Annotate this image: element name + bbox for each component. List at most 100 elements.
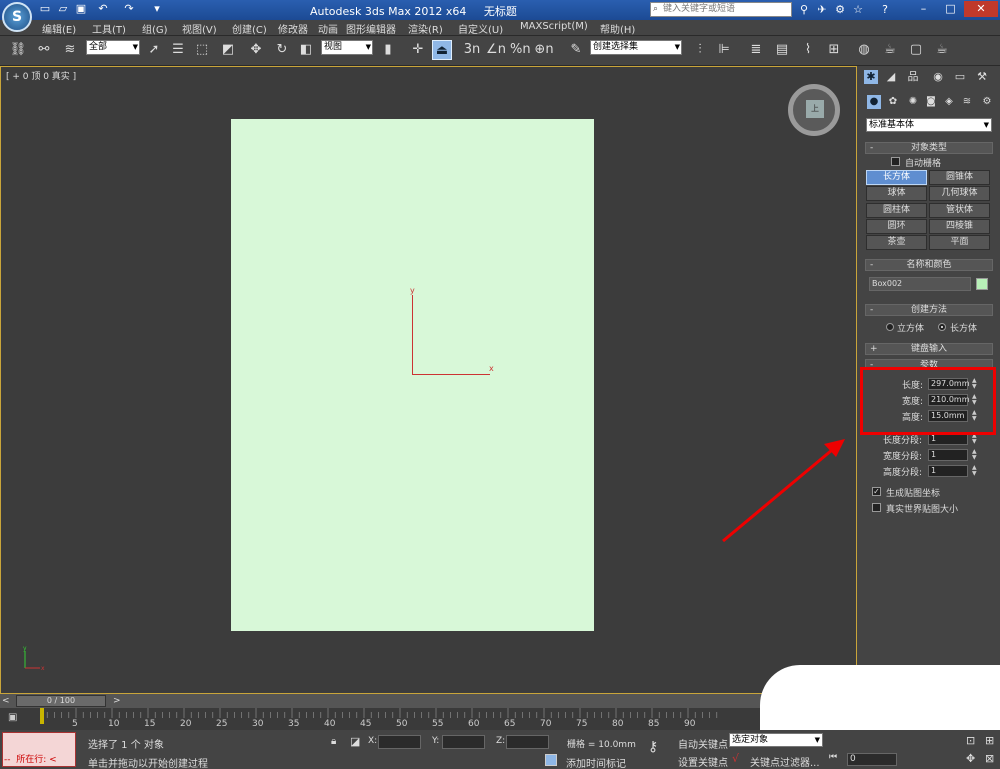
curve-editor-icon[interactable]: ⌇ bbox=[798, 40, 818, 60]
menu-group[interactable]: 组(G) bbox=[142, 21, 168, 36]
menu-animation[interactable]: 动画 bbox=[318, 21, 338, 36]
select-object-icon[interactable]: ➚ bbox=[144, 40, 164, 60]
menu-modifiers[interactable]: 修改器 bbox=[278, 21, 308, 36]
auto-key-button[interactable]: 自动关键点 bbox=[678, 736, 728, 751]
help-icon[interactable]: ? bbox=[878, 3, 892, 17]
menu-edit[interactable]: 编辑(E) bbox=[42, 21, 76, 36]
cylinder-button[interactable]: 圆柱体 bbox=[866, 203, 927, 218]
display-tab-icon[interactable]: ▭ bbox=[953, 70, 967, 84]
box-button[interactable]: 长方体 bbox=[866, 170, 927, 185]
binoculars-icon[interactable]: ⚲ bbox=[797, 3, 811, 17]
object-name-input[interactable]: Box002 bbox=[869, 277, 971, 291]
bind-spacewarp-icon[interactable]: ≋ bbox=[60, 40, 80, 60]
time-cursor[interactable] bbox=[40, 708, 44, 724]
snaps-toggle-icon[interactable]: 3n bbox=[462, 40, 482, 60]
geosphere-button[interactable]: 几何球体 bbox=[929, 186, 990, 201]
name-color-rollout-title[interactable]: - 名称和颜色 bbox=[865, 259, 993, 271]
gen-mapping-checkbox[interactable]: ✓ bbox=[872, 487, 881, 496]
new-file-icon[interactable]: ▭ bbox=[38, 2, 52, 16]
minimize-button[interactable]: – bbox=[910, 1, 937, 17]
object-color-swatch[interactable] bbox=[976, 278, 988, 290]
set-key-button[interactable]: 设置关键点 bbox=[678, 754, 728, 769]
real-world-checkbox[interactable] bbox=[872, 503, 881, 512]
window-crossing-icon[interactable]: ◩ bbox=[218, 40, 238, 60]
viewport-label[interactable]: [ + 0 顶 0 真实 ] bbox=[6, 69, 76, 82]
menu-customize[interactable]: 自定义(U) bbox=[458, 21, 503, 36]
key-selection-dropdown[interactable]: 选定对象 ▼ bbox=[729, 733, 823, 747]
prev-frame-button[interactable]: < bbox=[2, 696, 10, 706]
viewcube-face[interactable]: 上 bbox=[806, 100, 824, 118]
menu-rendering[interactable]: 渲染(R) bbox=[408, 21, 443, 36]
app-logo-button[interactable]: S bbox=[2, 2, 32, 32]
menu-maxscript[interactable]: MAXScript(M) bbox=[520, 21, 588, 32]
close-button[interactable]: ✕ bbox=[964, 1, 998, 17]
material-editor-icon[interactable]: ◍ bbox=[854, 40, 874, 60]
menu-graph-editors[interactable]: 图形编辑器 bbox=[346, 21, 396, 36]
edit-named-selection-icon[interactable]: ✎ bbox=[566, 40, 586, 60]
width-segs-input[interactable]: 1 bbox=[928, 449, 968, 461]
render-production-icon[interactable]: ☕ bbox=[932, 40, 952, 60]
schematic-view-icon[interactable]: ⊞ bbox=[824, 40, 844, 60]
lights-icon[interactable]: ✺ bbox=[906, 95, 920, 109]
key-filters-button[interactable]: 关键点过滤器... bbox=[750, 754, 820, 769]
search-input[interactable]: 键入关键字或短语 bbox=[650, 2, 792, 17]
save-file-icon[interactable]: ▣ bbox=[74, 2, 88, 16]
angle-snap-icon[interactable]: ∠n bbox=[486, 40, 506, 60]
tube-button[interactable]: 管状体 bbox=[929, 203, 990, 218]
keyboard-entry-rollout-title[interactable]: + 键盘输入 bbox=[865, 343, 993, 355]
undo-icon[interactable]: ↶ bbox=[96, 2, 110, 16]
sphere-button[interactable]: 球体 bbox=[866, 186, 927, 201]
next-frame-button[interactable]: > bbox=[113, 696, 121, 706]
favorites-icon[interactable]: ☆ bbox=[851, 3, 865, 17]
pivot-center-icon[interactable]: ▮ bbox=[378, 40, 398, 60]
maximize-viewport-icon[interactable]: ⊠ bbox=[985, 752, 994, 765]
render-setup-icon[interactable]: ☕ bbox=[880, 40, 900, 60]
current-frame-input[interactable]: 0 bbox=[847, 753, 897, 766]
menu-create[interactable]: 创建(C) bbox=[232, 21, 267, 36]
subscription-icon[interactable]: ✈ bbox=[815, 3, 829, 17]
reference-coord-dropdown[interactable]: 视图 ▼ bbox=[321, 40, 373, 55]
hierarchy-tab-icon[interactable]: 品 bbox=[906, 70, 920, 84]
scale-icon[interactable]: ◧ bbox=[296, 40, 316, 60]
utilities-tab-icon[interactable]: ⚒ bbox=[975, 70, 989, 84]
zoom-extents-icon[interactable]: ⊡ bbox=[966, 734, 975, 747]
cameras-icon[interactable]: ◙ bbox=[924, 95, 938, 109]
width-segs-spinner[interactable]: ▲ ▼ bbox=[972, 449, 978, 461]
mini-curve-editor-icon[interactable]: ▣ bbox=[8, 712, 24, 724]
go-to-start-icon[interactable]: ⏮ bbox=[829, 752, 837, 762]
systems-icon[interactable]: ⚙ bbox=[980, 95, 994, 109]
x-coordinate-input[interactable] bbox=[378, 735, 421, 749]
object-type-rollout-title[interactable]: - 对象类型 bbox=[865, 142, 993, 154]
pyramid-button[interactable]: 四棱锥 bbox=[929, 219, 990, 234]
category-dropdown[interactable]: 标准基本体 ▼ bbox=[866, 118, 992, 132]
modify-tab-icon[interactable]: ◢ bbox=[884, 70, 898, 84]
selection-filter-dropdown[interactable]: 全部 ▼ bbox=[86, 40, 140, 55]
select-manipulate-icon[interactable]: ✛ bbox=[408, 40, 428, 60]
shapes-icon[interactable]: ✿ bbox=[886, 95, 900, 109]
plane-button[interactable]: 平面 bbox=[929, 235, 990, 250]
named-selection-dropdown[interactable]: 创建选择集 ▼ bbox=[590, 40, 682, 55]
layer-manager-icon[interactable]: ≣ bbox=[746, 40, 766, 60]
maximize-button[interactable]: □ bbox=[937, 1, 964, 17]
spinner-snap-icon[interactable]: ⊕n bbox=[534, 40, 554, 60]
create-tab-icon[interactable]: ✱ bbox=[864, 70, 878, 84]
mirror-icon[interactable]: ⫶ bbox=[690, 40, 710, 60]
creation-method-rollout-title[interactable]: - 创建方法 bbox=[865, 304, 993, 316]
time-tag-icon[interactable] bbox=[545, 754, 557, 766]
rendered-frame-icon[interactable]: ▢ bbox=[906, 40, 926, 60]
key-icon[interactable]: ⚷ bbox=[648, 739, 658, 755]
height-segs-spinner[interactable]: ▲ ▼ bbox=[972, 465, 978, 477]
torus-button[interactable]: 圆环 bbox=[866, 219, 927, 234]
rotate-icon[interactable]: ↻ bbox=[272, 40, 292, 60]
redo-icon[interactable]: ↷ bbox=[122, 2, 136, 16]
align-icon[interactable]: ⊫ bbox=[714, 40, 734, 60]
box-object[interactable] bbox=[231, 119, 594, 631]
teapot-button[interactable]: 茶壶 bbox=[866, 235, 927, 250]
menu-views[interactable]: 视图(V) bbox=[182, 21, 217, 36]
add-time-tag[interactable]: 添加时间标记 bbox=[566, 755, 626, 769]
absolute-mode-icon[interactable]: ◪ bbox=[350, 735, 360, 748]
cube-radio[interactable] bbox=[886, 323, 894, 331]
box-radio[interactable] bbox=[938, 323, 946, 331]
zoom-all-icon[interactable]: ⊞ bbox=[985, 734, 994, 747]
unlink-icon[interactable]: ⚯ bbox=[34, 40, 54, 60]
